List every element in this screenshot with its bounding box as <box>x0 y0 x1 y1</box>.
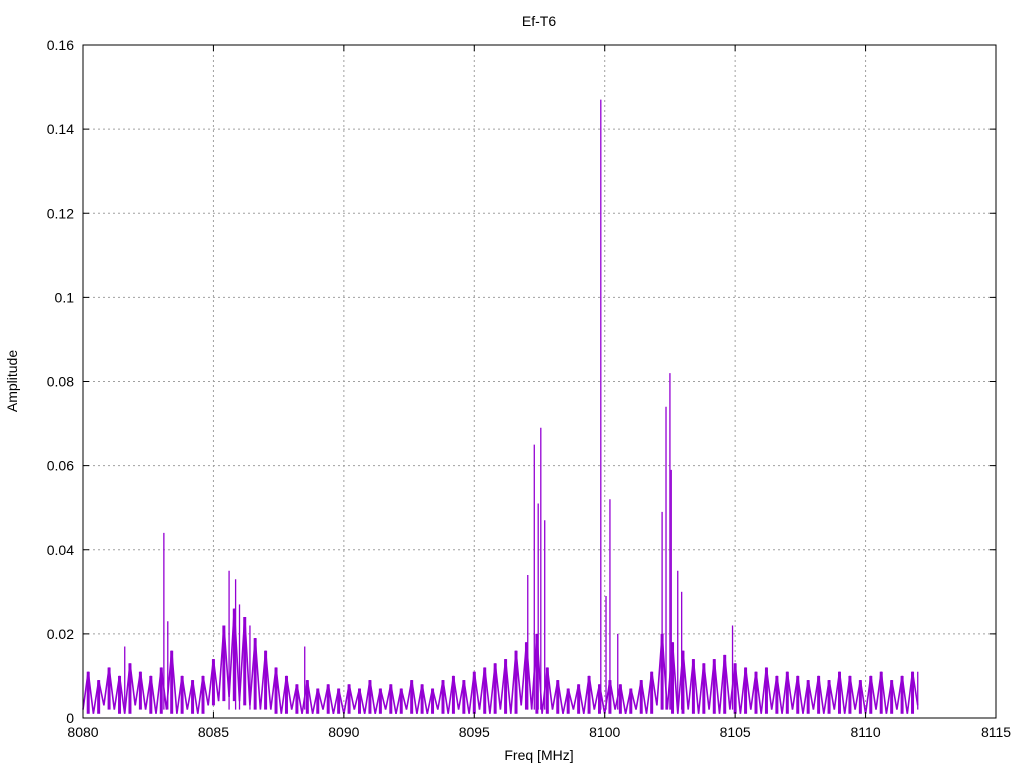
x-axis-label: Freq [MHz] <box>504 747 573 763</box>
series-line <box>82 608 919 714</box>
series-ef-t6 <box>82 99 919 714</box>
y-axis-label: Amplitude <box>4 350 20 412</box>
x-tick-label: 8090 <box>328 724 359 740</box>
y-tick-label: 0.16 <box>47 37 74 53</box>
x-tick-label: 8080 <box>67 724 98 740</box>
x-tick-label: 8085 <box>198 724 229 740</box>
chart: 8080 8085 8090 8095 8100 8105 8110 8115 0 0.02 0.0… <box>4 13 1012 763</box>
y-tick-label: 0.14 <box>47 121 74 137</box>
y-tick-label: 0.1 <box>55 289 75 305</box>
y-tick-label: 0 <box>66 710 74 726</box>
x-tick-label: 8110 <box>851 724 881 740</box>
ticks: 8080 8085 8090 8095 8100 8105 8110 8115 0 0.02 0.0… <box>47 37 1012 740</box>
grid <box>83 45 996 718</box>
y-tick-label: 0.12 <box>47 205 74 221</box>
chart-title: Ef-T6 <box>522 13 556 29</box>
x-tick-label: 8100 <box>589 724 620 740</box>
y-tick-label: 0.08 <box>47 374 74 390</box>
y-tick-label: 0.04 <box>47 542 74 558</box>
x-tick-label: 8105 <box>720 724 751 740</box>
x-tick-label: 8115 <box>981 724 1011 740</box>
y-tick-label: 0.02 <box>47 626 74 642</box>
y-tick-label: 0.06 <box>47 458 74 474</box>
x-tick-label: 8095 <box>459 724 490 740</box>
